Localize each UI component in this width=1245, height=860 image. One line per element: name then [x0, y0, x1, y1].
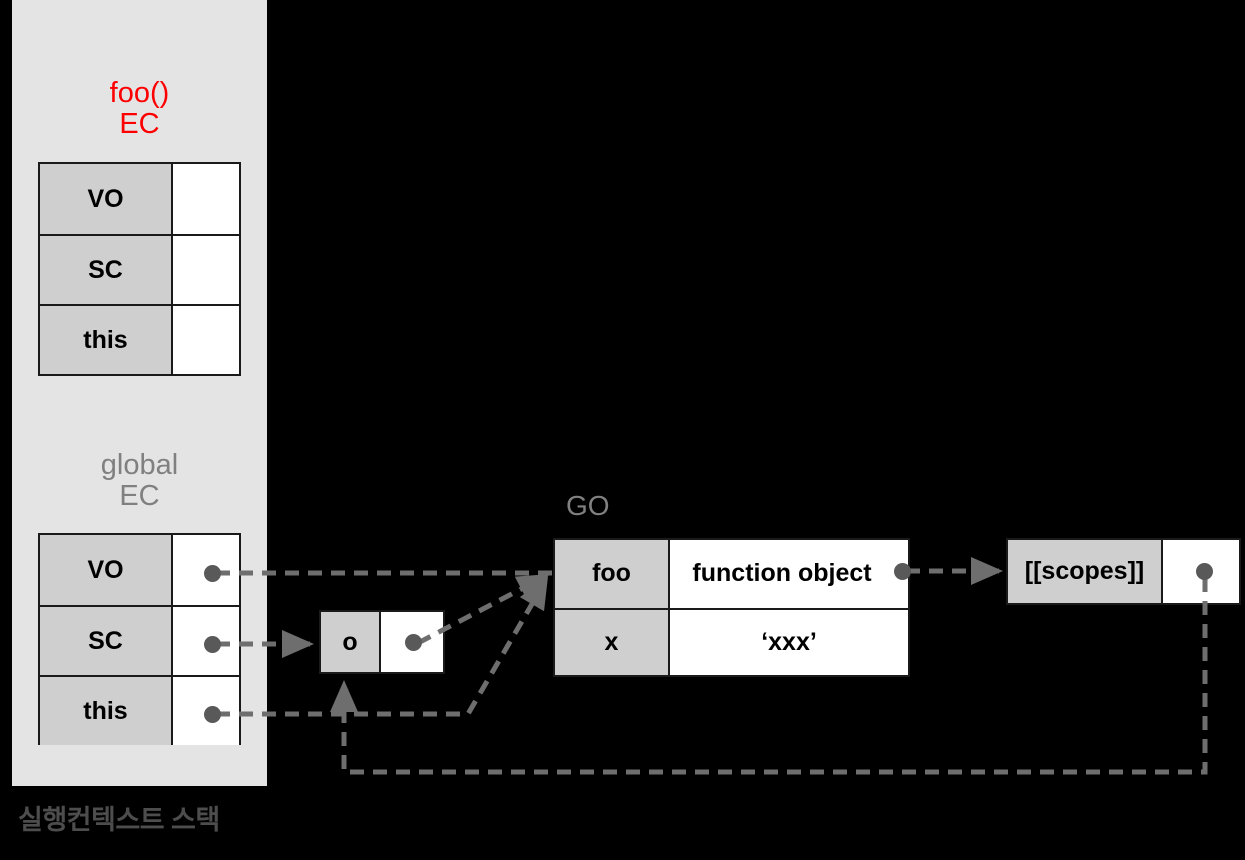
stack-caption: 실행컨텍스트 스택 [18, 805, 220, 835]
global-ec-row-vo-key: VO [40, 535, 173, 605]
table-row: SC [40, 234, 239, 304]
table-row: x ‘xxx’ [555, 607, 908, 675]
table-row: VO [40, 164, 239, 234]
foo-ec-row-sc-key: SC [40, 236, 173, 304]
foo-ec-table: VO SC this [38, 162, 241, 376]
go-row-x-value: ‘xxx’ [670, 609, 908, 675]
table-row: o [321, 612, 443, 672]
o-object-key: o [321, 612, 381, 672]
foo-ec-row-vo-value [173, 164, 239, 234]
o-object-pointer-dot [405, 634, 422, 651]
global-ec-row-sc-key: SC [40, 607, 173, 675]
foo-ec-row-vo-key: VO [40, 164, 173, 234]
global-ec-sc-pointer-dot [204, 636, 221, 653]
scopes-key: [[scopes]] [1008, 540, 1163, 603]
table-row: foo function object [555, 540, 908, 608]
go-row-foo-value: function object [670, 540, 908, 608]
global-ec-title: global EC [100, 449, 179, 513]
global-ec-row-this-key: this [40, 677, 173, 745]
global-ec-vo-pointer-dot [204, 565, 221, 582]
foo-ec-row-sc-value [173, 236, 239, 304]
foo-ec-row-this-value [173, 306, 239, 374]
global-object-table: foo function object x ‘xxx’ [553, 538, 910, 677]
diagram-canvas: foo() EC VO SC this global EC VO SC this [0, 0, 1245, 860]
go-row-x-key: x [555, 609, 670, 675]
table-row: this [40, 304, 239, 374]
global-object-label: GO [566, 490, 610, 521]
foo-ec-title: foo() EC [109, 77, 170, 141]
global-ec-this-pointer-dot [204, 706, 221, 723]
go-row-foo-key: foo [555, 540, 670, 608]
foo-ec-row-this-key: this [40, 306, 173, 374]
go-foo-pointer-dot [894, 563, 911, 580]
scopes-pointer-dot [1196, 563, 1213, 580]
o-object-box: o [319, 610, 445, 674]
